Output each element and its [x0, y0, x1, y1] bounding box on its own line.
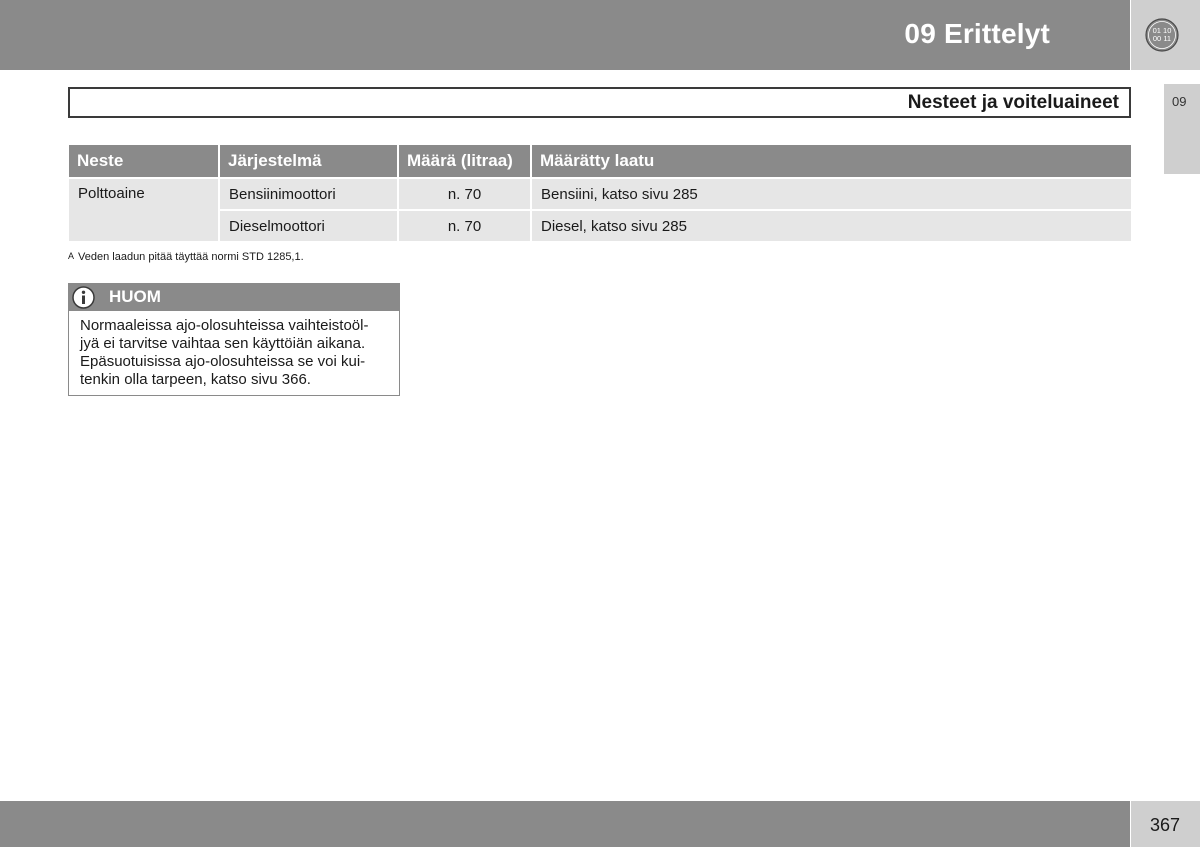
- fluids-table: Neste Järjestelmä Määrä (litraa) Määrätt…: [69, 145, 1131, 243]
- table-cell-jarjestelma: Dieselmoottori: [220, 211, 399, 243]
- table-cell-laatu: Diesel, katso sivu 285: [532, 211, 1131, 243]
- table-footnote: A Veden laadun pitää täyttää normi STD 12…: [68, 251, 304, 263]
- note-body: Normaaleissa ajo-olosuhteissa vaihteisto…: [69, 311, 399, 389]
- header-band: 09 Erittelyt: [0, 0, 1130, 70]
- note-line: tenkin olla tarpeen, katso sivu 366.: [80, 371, 311, 388]
- chapter-icon-box: 01 10 00 11: [1131, 0, 1200, 70]
- note-line: Normaaleissa ajo-olosuhteissa vaihteisto…: [80, 317, 369, 334]
- footer-band: [0, 801, 1130, 847]
- section-title-bar: Nesteet ja voiteluaineet: [68, 87, 1131, 118]
- table-cell-maara: n. 70: [399, 179, 532, 211]
- table-row: Polttoaine Bensiinimoottori n. 70 Bensii…: [69, 179, 1131, 243]
- chapter-icon-text-bottom: 00 11: [1153, 34, 1171, 43]
- section-title: Nesteet ja voiteluaineet: [907, 92, 1119, 113]
- column-header-neste: Neste: [69, 145, 220, 179]
- table-header-row: Neste Järjestelmä Määrä (litraa) Määrätt…: [69, 145, 1131, 179]
- chapter-index-icon: 01 10 00 11: [1145, 18, 1179, 52]
- column-header-jarjestelma: Järjestelmä: [220, 145, 399, 179]
- page-number-box: 367: [1131, 801, 1200, 847]
- column-header-laatu: Määrätty laatu: [532, 145, 1131, 179]
- note-line: Epäsuotuisissa ajo-olosuhteissa se voi k…: [80, 353, 366, 370]
- side-tab-label: 09: [1172, 94, 1187, 109]
- note-line: jyä ei tarvitse vaihtaa sen käyttöiän ai…: [80, 335, 366, 352]
- table-cell-jarjestelma: Bensiinimoottori: [220, 179, 399, 211]
- note-header: HUOM: [69, 284, 399, 311]
- column-header-maara: Määrä (litraa): [399, 145, 532, 179]
- info-icon: [72, 286, 95, 309]
- table-cell-neste: Polttoaine: [69, 179, 220, 243]
- table-cell-laatu: Bensiini, katso sivu 285: [532, 179, 1131, 211]
- table-row: Dieselmoottori n. 70 Diesel, katso sivu …: [69, 211, 1131, 243]
- footnote-marker: A: [68, 251, 75, 261]
- table-cell-maara: n. 70: [399, 211, 532, 243]
- chapter-title: 09 Erittelyt: [904, 18, 1050, 49]
- footnote-text: Veden laadun pitää täyttää normi STD 128…: [78, 251, 304, 263]
- note-title: HUOM: [109, 287, 161, 306]
- side-chapter-tab: 09: [1164, 84, 1200, 174]
- page-number: 367: [1150, 815, 1181, 835]
- note-box: HUOM Normaaleissa ajo-olosuhteissa vaiht…: [68, 283, 400, 396]
